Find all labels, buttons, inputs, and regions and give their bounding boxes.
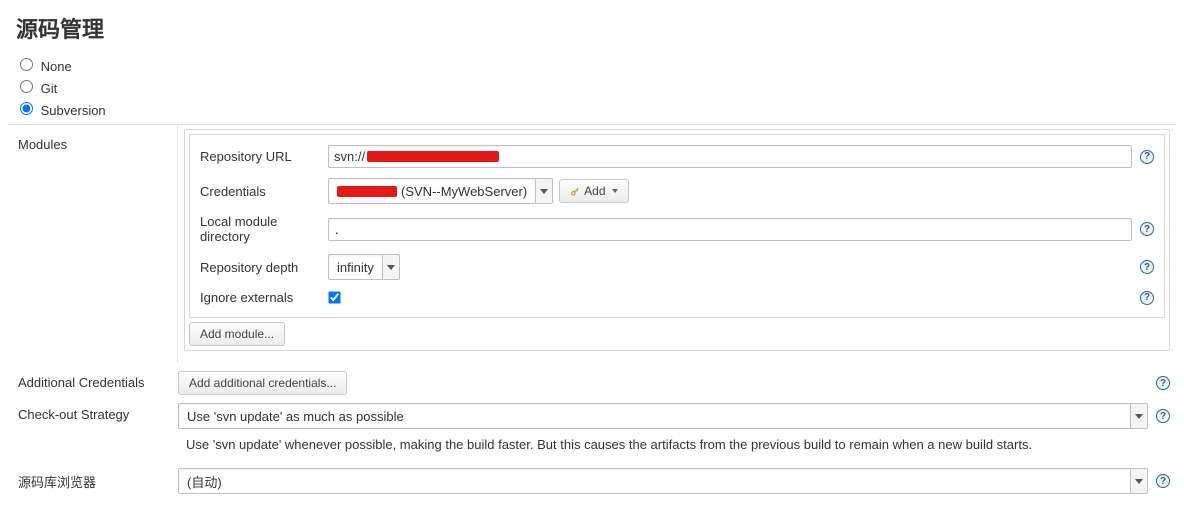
help-icon[interactable] bbox=[1140, 260, 1154, 274]
checkout-strategy-select[interactable]: Use 'svn update' as much as possible bbox=[178, 403, 1148, 429]
repo-depth-select[interactable]: infinity bbox=[328, 254, 400, 280]
scm-label-subversion[interactable]: Subversion bbox=[41, 103, 106, 118]
scm-radio-none[interactable] bbox=[20, 58, 33, 71]
label-repo-browser: 源码库浏览器 bbox=[8, 468, 178, 495]
credentials-redacted bbox=[337, 186, 397, 197]
label-credentials: Credentials bbox=[200, 184, 320, 199]
help-icon[interactable] bbox=[1140, 291, 1154, 305]
chevron-down-icon[interactable] bbox=[1130, 468, 1148, 494]
ignore-externals-checkbox[interactable] bbox=[328, 291, 340, 303]
repo-url-input[interactable] bbox=[328, 145, 1132, 168]
label-local-module-dir: Local module directory bbox=[200, 214, 320, 244]
scm-label-none[interactable]: None bbox=[41, 59, 72, 74]
help-icon[interactable] bbox=[1156, 409, 1170, 423]
scm-radio-subversion[interactable] bbox=[20, 102, 33, 115]
label-checkout-strategy: Check-out Strategy bbox=[8, 403, 178, 460]
help-icon[interactable] bbox=[1140, 222, 1154, 236]
help-icon[interactable] bbox=[1156, 474, 1170, 488]
key-icon bbox=[570, 186, 580, 196]
chevron-down-icon[interactable] bbox=[1130, 403, 1148, 429]
label-repo-depth: Repository depth bbox=[200, 260, 320, 275]
page-title: 源码管理 bbox=[16, 12, 1176, 44]
repo-browser-select[interactable]: (自动) bbox=[178, 468, 1148, 494]
label-additional-credentials: Additional Credentials bbox=[8, 371, 178, 395]
add-module-button[interactable]: Add module... bbox=[189, 322, 285, 346]
credentials-suffix: (SVN--MyWebServer) bbox=[401, 184, 527, 199]
label-ignore-externals: Ignore externals bbox=[200, 290, 320, 305]
add-credential-button[interactable]: Add bbox=[559, 179, 628, 203]
chevron-down-icon bbox=[612, 189, 618, 193]
chevron-down-icon[interactable] bbox=[535, 178, 553, 204]
help-icon[interactable] bbox=[1156, 376, 1170, 390]
local-module-dir-input[interactable] bbox=[328, 218, 1132, 241]
add-additional-credentials-button[interactable]: Add additional credentials... bbox=[178, 371, 347, 395]
checkout-strategy-description: Use 'svn update' whenever possible, maki… bbox=[186, 437, 1170, 452]
sidebar-modules-label: Modules bbox=[18, 133, 167, 156]
chevron-down-icon[interactable] bbox=[382, 254, 400, 280]
help-icon[interactable] bbox=[1140, 150, 1154, 164]
modules-panel: Repository URL svn:// Credentials bbox=[184, 129, 1170, 351]
scm-label-git[interactable]: Git bbox=[41, 81, 58, 96]
label-repo-url: Repository URL bbox=[200, 149, 320, 164]
scm-radio-git[interactable] bbox=[20, 80, 33, 93]
credentials-select[interactable]: (SVN--MyWebServer) bbox=[328, 178, 553, 204]
